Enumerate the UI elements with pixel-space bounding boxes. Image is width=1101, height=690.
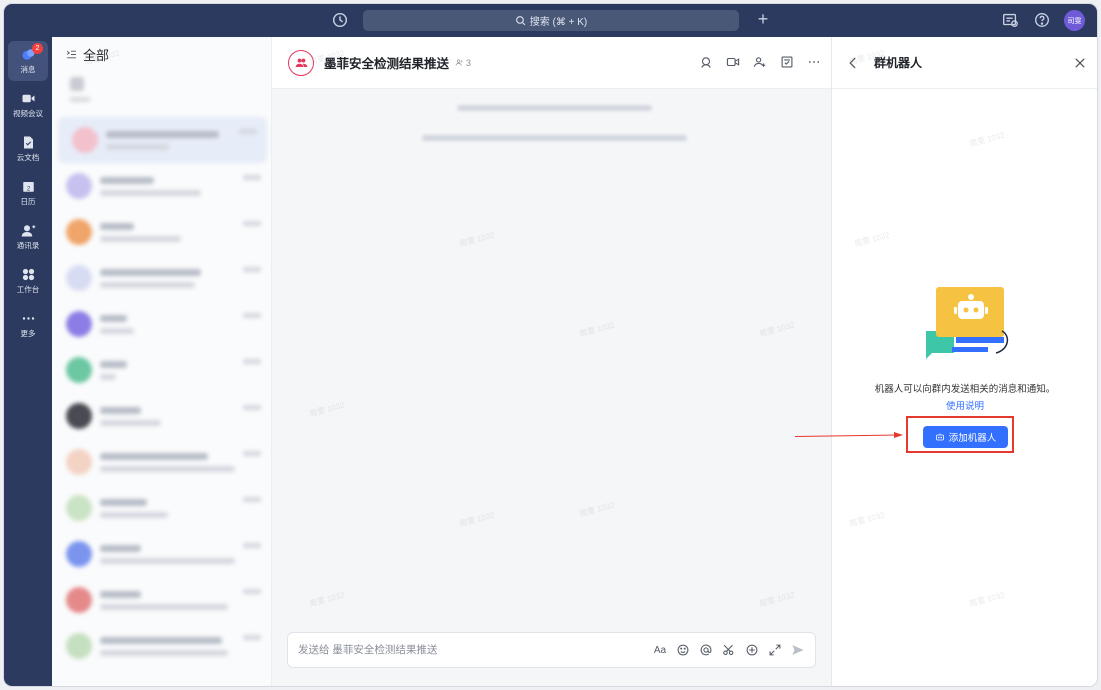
history-icon[interactable]: [331, 11, 349, 29]
send-icon[interactable]: [791, 643, 805, 657]
add-icon[interactable]: +: [754, 10, 772, 28]
robot-illustration-icon: [926, 287, 1009, 359]
panel-title: 群机器人: [874, 56, 923, 70]
group-title[interactable]: 墨菲安全检测结果推送: [324, 53, 449, 72]
list-item[interactable]: [52, 623, 271, 669]
calendar-icon: 2: [22, 182, 34, 192]
rail-item-video[interactable]: 视频会议: [8, 85, 48, 125]
system-message: [457, 105, 652, 111]
more-options-icon[interactable]: [807, 55, 821, 69]
video-icon: [22, 94, 34, 103]
apps-icon: [22, 268, 34, 281]
add-bot-label: 添加机器人: [948, 433, 997, 444]
member-count[interactable]: 3: [455, 58, 471, 68]
filter-icon: [66, 50, 76, 58]
list-item[interactable]: [52, 255, 271, 301]
help-link[interactable]: 使用说明: [832, 398, 1097, 412]
group-avatar[interactable]: [288, 49, 314, 76]
rail-label: 云文档: [16, 153, 40, 162]
search-chat-icon[interactable]: [699, 55, 713, 69]
rail-item-more[interactable]: 更多: [8, 305, 48, 345]
rail-label: 消息: [20, 65, 36, 74]
rail-label: 视频会议: [13, 109, 43, 118]
search-placeholder: 搜索 (⌘ + K): [529, 17, 588, 28]
search-icon: [515, 16, 526, 26]
chat-list-header[interactable]: 全部: [52, 37, 271, 71]
more-icon: [22, 317, 34, 320]
composer-tools: Aa: [653, 643, 805, 657]
bot-icon: [935, 433, 944, 441]
chat-list: 全部: [52, 37, 272, 686]
video-call-icon[interactable]: [726, 55, 740, 69]
font-format-icon[interactable]: Aa: [653, 643, 667, 657]
app-window: 搜索 (⌘ + K) + 司雯 消息 2 视频会议 云文档 2 日历 通讯录 工…: [4, 4, 1097, 686]
list-item[interactable]: [52, 301, 271, 347]
search-bar[interactable]: 搜索 (⌘ + K): [363, 10, 739, 31]
nav-rail: 消息 2 视频会议 云文档 2 日历 通讯录 工作台 更多: [4, 37, 52, 686]
expand-icon[interactable]: [768, 643, 782, 657]
emoji-icon[interactable]: [676, 643, 690, 657]
chat-header-actions: [699, 55, 821, 69]
rail-item-workplace[interactable]: 工作台: [8, 261, 48, 301]
add-attachment-icon[interactable]: [745, 643, 759, 657]
document-icon: [23, 136, 33, 149]
list-item[interactable]: [52, 347, 271, 393]
add-member-icon[interactable]: [753, 55, 767, 69]
unread-badge: 2: [32, 43, 43, 54]
panel-description: 机器人可以向群内发送相关的消息和通知。: [874, 384, 1056, 395]
list-item[interactable]: [52, 439, 271, 485]
chat-list-title: 全部: [83, 47, 110, 63]
back-icon[interactable]: [846, 56, 860, 70]
list-item[interactable]: [52, 209, 271, 255]
rail-label: 工作台: [16, 285, 40, 294]
chat-header: 墨菲安全检测结果推送 3: [272, 37, 831, 89]
add-bot-button[interactable]: 添加机器人: [923, 426, 1008, 448]
rail-label: 通讯录: [16, 241, 40, 250]
help-icon[interactable]: [1033, 11, 1051, 29]
contacts-icon: [21, 225, 35, 237]
chat-list-items: [52, 71, 271, 669]
group-bot-panel: 群机器人 机器人可以向群内发送相关的消息和通知。 使用说明 添加机器人: [831, 37, 1097, 686]
list-item[interactable]: [52, 393, 271, 439]
panel-header: 群机器人: [832, 37, 1097, 89]
notes-icon[interactable]: [1001, 11, 1019, 29]
top-bar: 搜索 (⌘ + K) + 司雯: [4, 4, 1097, 37]
message-composer: Aa: [287, 632, 816, 668]
rail-item-docs[interactable]: 云文档: [8, 129, 48, 169]
member-count-value: 3: [466, 57, 472, 68]
close-icon[interactable]: [1073, 56, 1087, 70]
rail-label: 日历: [20, 197, 36, 206]
system-message: [422, 135, 687, 141]
list-item[interactable]: [52, 577, 271, 623]
list-item[interactable]: [58, 117, 267, 163]
mention-icon[interactable]: [699, 643, 713, 657]
rail-item-messages[interactable]: 消息 2: [8, 41, 48, 81]
message-input[interactable]: [298, 644, 598, 656]
group-icon: [295, 58, 307, 68]
rail-item-calendar[interactable]: 2 日历: [8, 173, 48, 213]
screenshot-icon[interactable]: [722, 643, 736, 657]
rail-label: 更多: [20, 329, 36, 338]
tasks-icon[interactable]: [780, 55, 794, 69]
rail-item-contacts[interactable]: 通讯录: [8, 217, 48, 257]
chat-main: 墨菲安全检测结果推送 3 Aa: [272, 37, 831, 686]
list-item[interactable]: [52, 163, 271, 209]
list-item[interactable]: [52, 485, 271, 531]
list-item[interactable]: [52, 531, 271, 577]
members-icon: [455, 59, 463, 66]
pinned-item[interactable]: [52, 71, 271, 117]
user-avatar[interactable]: 司雯: [1064, 10, 1085, 31]
